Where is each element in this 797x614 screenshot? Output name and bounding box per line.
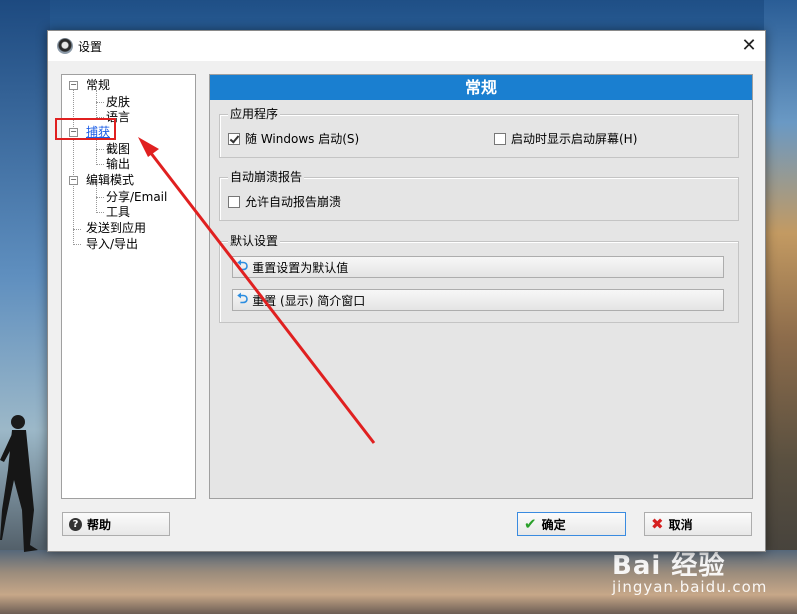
cancel-label: 取消 [668, 517, 693, 532]
crash-report-group-title: 自动崩溃报告 [228, 170, 305, 184]
tree-line [96, 102, 104, 103]
tree-line [73, 85, 74, 245]
settings-dialog: 设置 ✕ − 常规 皮肤 语言 − 捕获 截图 输出 − 编辑模式 分享/Ema… [47, 30, 766, 552]
checkbox-unchecked[interactable] [494, 132, 506, 145]
app-group-title: 应用程序 [228, 107, 281, 121]
checkmark-icon: ✔ [524, 515, 537, 533]
tree-line [96, 90, 97, 118]
reset-intro-window-button[interactable]: ⮌ 重置 (显示) 简介窗口 [232, 289, 724, 311]
undo-arrow-icon: ⮌ [237, 258, 249, 274]
tree-item-send-to-app[interactable]: 发送到应用 [86, 221, 146, 235]
baidu-watermark: Bai 经验 jingyan.baidu.com [612, 545, 792, 605]
question-circle-icon: ? [69, 517, 82, 531]
watermark-url: jingyan.baidu.com [612, 578, 768, 596]
auto-crash-report-checkbox[interactable]: 允许自动报告崩溃 [228, 193, 341, 210]
settings-panel: 常规 应用程序 随 Windows 启动(S) 启动时显示启动屏幕(H) 自动崩… [209, 74, 753, 499]
tree-item-tools[interactable]: 工具 [106, 205, 130, 219]
tree-line [96, 149, 104, 150]
wallpaper-right-edge [764, 0, 797, 614]
collapse-toggle-general[interactable]: − [69, 81, 78, 90]
crash-report-group: 自动崩溃报告 允许自动报告崩溃 [219, 170, 739, 221]
panel-header: 常规 [210, 75, 752, 100]
cancel-button[interactable]: ✖ 取消 [644, 512, 752, 536]
reset-intro-window-label: 重置 (显示) 简介窗口 [252, 293, 366, 308]
defaults-group-title: 默认设置 [228, 234, 281, 248]
reset-defaults-label: 重置设置为默认值 [252, 260, 349, 275]
defaults-group: 默认设置 ⮌ 重置设置为默认值 ⮌ 重置 (显示) 简介窗口 [219, 234, 739, 323]
tree-item-skin[interactable]: 皮肤 [106, 95, 130, 109]
help-button[interactable]: ? 帮助 [62, 512, 170, 536]
collapse-toggle-edit-mode[interactable]: − [69, 176, 78, 185]
tree-line [96, 164, 104, 165]
tree-item-import-export[interactable]: 导入/导出 [86, 237, 138, 251]
x-mark-icon: ✖ [651, 515, 664, 533]
tree-line [73, 244, 81, 245]
title-bar: 设置 ✕ [48, 31, 765, 61]
help-label: 帮助 [87, 517, 112, 532]
close-button[interactable]: ✕ [735, 33, 763, 59]
checkbox-checked[interactable] [228, 132, 240, 145]
tree-line [73, 229, 81, 230]
checkbox-unchecked[interactable] [228, 195, 240, 208]
tree-item-output[interactable]: 输出 [106, 157, 130, 171]
app-group: 应用程序 随 Windows 启动(S) 启动时显示启动屏幕(H) [219, 107, 739, 158]
tree-line [96, 212, 104, 213]
auto-crash-report-label: 允许自动报告崩溃 [245, 195, 342, 209]
ok-label: 确定 [541, 517, 566, 532]
tree-line [96, 137, 97, 165]
ok-button[interactable]: ✔ 确定 [517, 512, 626, 536]
tree-item-general[interactable]: 常规 [86, 78, 110, 92]
show-splash-label: 启动时显示启动屏幕(H) [511, 132, 638, 146]
startup-with-windows-label: 随 Windows 启动(S) [245, 132, 360, 146]
annotation-highlight-box [55, 118, 116, 140]
undo-arrow-icon: ⮌ [237, 291, 249, 307]
show-splash-checkbox[interactable]: 启动时显示启动屏幕(H) [494, 130, 637, 147]
tree-item-screenshot[interactable]: 截图 [106, 142, 130, 156]
window-title: 设置 [78, 40, 103, 54]
tree-item-share-email[interactable]: 分享/Email [106, 190, 167, 204]
tree-item-edit-mode[interactable]: 编辑模式 [86, 173, 134, 187]
app-icon [57, 38, 73, 54]
tree-line [96, 197, 104, 198]
startup-with-windows-checkbox[interactable]: 随 Windows 启动(S) [228, 130, 359, 147]
tree-line [96, 185, 97, 213]
runner-silhouette [0, 415, 38, 552]
reset-defaults-button[interactable]: ⮌ 重置设置为默认值 [232, 256, 724, 278]
